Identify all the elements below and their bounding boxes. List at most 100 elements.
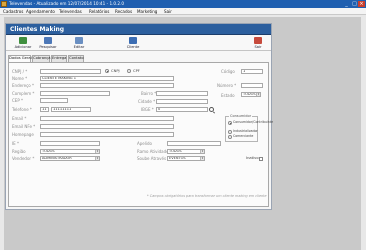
add-label: Adicionar xyxy=(14,45,32,49)
window-titlebar: Televendas - Atualizado em 12/07/2014 10… xyxy=(0,0,366,8)
ibge-field[interactable]: 0 xyxy=(156,107,208,112)
nickname-label: Apelido xyxy=(137,141,152,146)
exit-label: Sair xyxy=(254,45,262,49)
search-button[interactable]: Pesquisar xyxy=(36,36,60,50)
code-field[interactable]: 1 xyxy=(241,69,263,74)
tab-contato[interactable]: Contato xyxy=(68,55,84,62)
state-label: Estado xyxy=(221,93,235,98)
chevron-down-icon: ▾ xyxy=(200,149,204,153)
seller-value: ADMINISTRADOR xyxy=(42,156,72,160)
ibge-label: IBGE * xyxy=(141,107,154,112)
branch-value: TODOS xyxy=(169,149,182,153)
client-button[interactable]: Cliente xyxy=(121,36,145,50)
city-label: Cidade * xyxy=(138,99,156,104)
panel-header: Clientes Making xyxy=(6,24,271,35)
consumer-option-radio-2[interactable] xyxy=(228,135,232,139)
inactive-label: Inativo xyxy=(246,156,259,160)
region-select[interactable]: TODOS ▾ xyxy=(40,149,100,154)
consumer-group-title: Consumidor xyxy=(229,114,253,118)
maximize-button[interactable]: □ xyxy=(351,1,358,7)
cep-label: CEP * xyxy=(12,98,24,103)
consumer-groupbox: Consumidor Consumidor/Contribuinte Indus… xyxy=(225,114,273,142)
email-field[interactable] xyxy=(40,116,174,121)
chevron-down-icon: ▾ xyxy=(95,149,99,153)
client-label: Cliente xyxy=(126,45,140,49)
menu-item-marketing[interactable]: Marketing xyxy=(137,9,157,14)
consumer-option-radio-0[interactable] xyxy=(228,121,232,125)
edit-label: Editar xyxy=(73,45,85,49)
required-fields-note: * Campos obrigatórios para transformar u… xyxy=(147,194,267,198)
cnpj-field[interactable] xyxy=(40,69,101,74)
district-field[interactable] xyxy=(156,91,208,96)
panel-title: Clientes Making xyxy=(10,26,65,33)
chevron-down-icon: ▾ xyxy=(256,92,260,96)
ibge-search-icon[interactable] xyxy=(209,107,214,112)
tab-entrega[interactable]: Entrega xyxy=(51,55,67,62)
found-via-value: EVENTOS xyxy=(169,156,186,160)
branch-select[interactable]: TODOS ▾ xyxy=(167,149,205,154)
chevron-down-icon: ▾ xyxy=(200,156,204,160)
inactive-checkbox[interactable] xyxy=(259,157,263,161)
cep-field[interactable] xyxy=(40,98,68,103)
code-label: Código xyxy=(221,69,235,74)
cnpj-option-label: CNPJ xyxy=(111,69,120,73)
menu-item-sair[interactable]: Sair xyxy=(164,9,172,14)
menu-item-televendas[interactable]: Televendas xyxy=(59,9,82,14)
homepage-field[interactable] xyxy=(40,132,174,137)
menu-item-agendamento[interactable]: Agendamento xyxy=(26,9,55,14)
found-via-label: Soube Através xyxy=(137,156,167,161)
complement-field[interactable] xyxy=(40,91,110,96)
consumer-option-label-1: Industrializador xyxy=(233,129,258,133)
phone-label: Telefone * xyxy=(12,107,32,112)
name-label: Nome * xyxy=(12,76,28,81)
email-nfe-field[interactable] xyxy=(40,124,174,129)
email-label: Email * xyxy=(12,116,27,121)
state-select[interactable]: TODOS ▾ xyxy=(241,92,261,97)
nickname-field[interactable] xyxy=(167,141,221,146)
consumer-option-radio-1[interactable] xyxy=(228,130,232,134)
address-field[interactable] xyxy=(40,83,174,88)
ie-label: IE * xyxy=(12,141,19,146)
cnpj-radio[interactable] xyxy=(105,69,109,73)
search-icon xyxy=(44,37,52,44)
email-nfe-label: Email NFe * xyxy=(12,124,36,129)
menu-bar: Cadastros Agendamento Televendas Relatór… xyxy=(0,8,366,15)
app-icon xyxy=(1,1,7,7)
chevron-down-icon: ▾ xyxy=(95,156,99,160)
number-label: Número * xyxy=(217,83,237,88)
number-field[interactable] xyxy=(241,83,263,88)
branch-label: Ramo Atividade xyxy=(137,149,169,154)
search-label: Pesquisar xyxy=(39,45,57,49)
client-icon xyxy=(129,37,137,44)
close-window-button[interactable]: × xyxy=(358,1,365,7)
tab-cobranca[interactable]: Cobrança xyxy=(32,55,51,62)
edit-button[interactable]: Editar xyxy=(67,36,91,50)
consumer-option-label-2: Comerciante xyxy=(233,134,254,138)
ie-field[interactable] xyxy=(40,141,100,146)
add-icon xyxy=(19,37,27,44)
menu-item-relatorios[interactable]: Relatórios xyxy=(89,9,109,14)
region-label: Região xyxy=(12,149,26,154)
toolbar: Adicionar Pesquisar Editar Cliente Sair xyxy=(6,35,271,51)
menu-item-cadastros[interactable]: Cadastros xyxy=(3,9,23,14)
found-via-select[interactable]: EVENTOS ▾ xyxy=(167,156,205,161)
cpf-option-label: CPF xyxy=(133,69,140,73)
add-button[interactable]: Adicionar xyxy=(11,36,35,50)
city-field[interactable] xyxy=(156,99,208,104)
phone-number-field[interactable]: 11111111 xyxy=(51,107,91,112)
region-value: TODOS xyxy=(42,149,55,153)
district-label: Bairro * xyxy=(141,91,157,96)
exit-icon xyxy=(254,37,262,44)
homepage-label: Homepage xyxy=(12,132,34,137)
name-field[interactable]: CLIENTE MAKING 1 xyxy=(40,76,174,81)
exit-button[interactable]: Sair xyxy=(246,36,270,50)
state-value: TODOS xyxy=(243,92,256,96)
window-title: Televendas - Atualizado em 12/07/2014 10… xyxy=(9,1,125,6)
seller-select[interactable]: ADMINISTRADOR ▾ xyxy=(40,156,100,161)
phone-ddd-field[interactable]: 11 xyxy=(40,107,49,112)
menu-item-recados[interactable]: Recados xyxy=(115,9,132,14)
consumer-option-label-0: Consumidor/Contribuinte xyxy=(233,120,274,124)
edit-icon xyxy=(75,37,83,44)
cpf-radio[interactable] xyxy=(127,69,131,73)
minimize-button[interactable]: _ xyxy=(343,1,350,7)
